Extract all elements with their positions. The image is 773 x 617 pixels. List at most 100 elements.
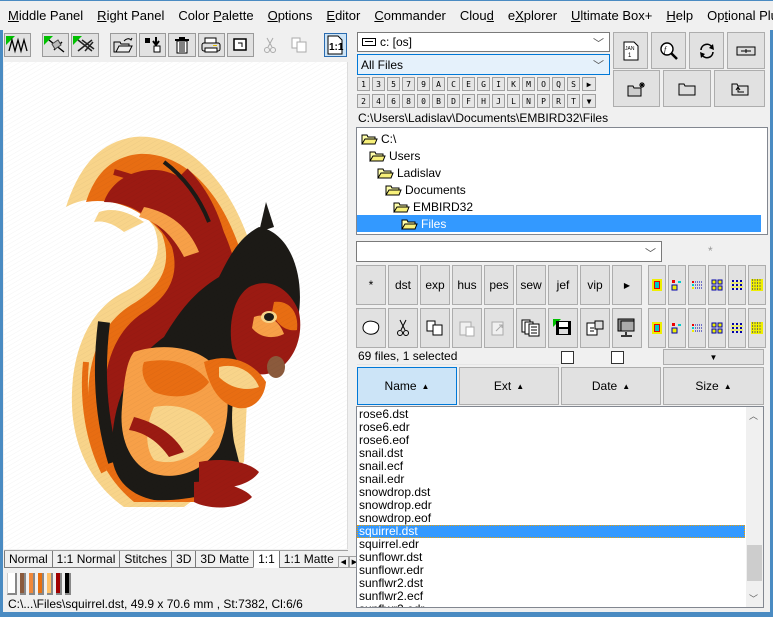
tab-3d[interactable]: 3D bbox=[171, 551, 196, 568]
convert-button[interactable] bbox=[138, 33, 167, 57]
ext-more-button[interactable]: ▶ bbox=[612, 265, 642, 305]
tree-folder-item[interactable]: Documents bbox=[357, 181, 767, 198]
tab-scroll-left-button[interactable]: ◀ bbox=[337, 556, 349, 568]
date-button[interactable]: JAN 1 bbox=[613, 32, 648, 69]
paste-file-button[interactable] bbox=[452, 308, 482, 348]
jump-letter-button[interactable]: R bbox=[552, 94, 565, 108]
jump-letter-button[interactable]: 5 bbox=[387, 77, 400, 91]
jump-letter-button[interactable]: 1 bbox=[357, 77, 370, 91]
tree-folder-item[interactable]: EMBIRD32 bbox=[357, 198, 767, 215]
tree-folder-item[interactable]: Ladislav bbox=[357, 164, 767, 181]
ext-jef-button[interactable]: jef bbox=[548, 265, 578, 305]
filename-filter-input[interactable]: ﹀ bbox=[356, 241, 662, 262]
multi-copy-button[interactable] bbox=[516, 308, 546, 348]
palette-color-swatch[interactable] bbox=[29, 573, 35, 595]
menu-ultimate-box[interactable]: Ultimate Box+ bbox=[571, 8, 652, 23]
menu-explorer[interactable]: eXplorer bbox=[508, 8, 557, 23]
jump-letter-button[interactable]: S bbox=[567, 77, 580, 91]
jump-letter-button[interactable]: 3 bbox=[372, 77, 385, 91]
file-list-item[interactable]: rose6.edr bbox=[357, 421, 745, 434]
view-layout-2-button-2[interactable] bbox=[668, 308, 686, 348]
tab-1to1-matte[interactable]: 1:1 Matte bbox=[278, 551, 338, 568]
jump-letter-button[interactable]: P bbox=[537, 94, 550, 108]
view-1x1-button[interactable] bbox=[648, 265, 666, 305]
tab-1to1-normal[interactable]: 1:1 Normal bbox=[51, 551, 120, 568]
monitor-preview-button[interactable] bbox=[612, 308, 642, 348]
jump-letter-button[interactable]: 9 bbox=[417, 77, 430, 91]
cut-file-button[interactable] bbox=[388, 308, 418, 348]
file-filter-select[interactable]: All Files ﹀ bbox=[357, 54, 610, 75]
view-grid-9-button[interactable] bbox=[728, 265, 746, 305]
jump-letter-button[interactable]: H bbox=[477, 94, 490, 108]
parent-folder-button[interactable] bbox=[714, 70, 765, 107]
jump-letter-button[interactable]: E bbox=[462, 77, 475, 91]
file-list-item[interactable]: sunflwr2.edr bbox=[357, 603, 745, 608]
file-list-item[interactable]: rose6.eof bbox=[357, 434, 745, 447]
delete-button[interactable] bbox=[168, 33, 196, 57]
print-button[interactable] bbox=[197, 33, 225, 57]
jump-letter-button[interactable]: F bbox=[462, 94, 475, 108]
jump-letter-button[interactable]: D bbox=[447, 94, 460, 108]
file-list-scrollbar[interactable]: ︿ ﹀ bbox=[746, 407, 763, 607]
tree-folder-item[interactable]: Users bbox=[357, 147, 767, 164]
stitch-edit-button[interactable] bbox=[42, 33, 70, 57]
jump-letter-button[interactable]: 4 bbox=[372, 94, 385, 108]
select-area-button[interactable] bbox=[356, 308, 386, 348]
find-button[interactable]: f bbox=[651, 32, 686, 69]
convert-file-button[interactable] bbox=[580, 308, 610, 348]
view-layout-2-button[interactable] bbox=[668, 265, 686, 305]
save-as-button[interactable] bbox=[548, 308, 578, 348]
jump-letter-button[interactable]: L bbox=[507, 94, 520, 108]
menu-commander[interactable]: Commander bbox=[374, 8, 446, 23]
view-grid-9-button-2[interactable] bbox=[728, 308, 746, 348]
stitch-zigzag-button[interactable] bbox=[4, 33, 32, 57]
view-grid-4-button-2[interactable] bbox=[708, 308, 726, 348]
jump-letter-button[interactable]: M bbox=[522, 77, 535, 91]
zoom-1to1-button[interactable]: 1:1 bbox=[323, 33, 348, 57]
jump-letter-button[interactable]: J bbox=[492, 94, 505, 108]
file-list-item[interactable]: snail.dst bbox=[357, 447, 745, 460]
folder-button[interactable] bbox=[663, 70, 711, 107]
menu-help[interactable]: Help bbox=[666, 8, 693, 23]
copy-file-button[interactable] bbox=[420, 308, 450, 348]
stitch-cross-button[interactable] bbox=[71, 33, 99, 57]
palette-color-swatch[interactable] bbox=[65, 573, 71, 595]
menu-options[interactable]: Options bbox=[268, 8, 313, 23]
menu-optional-plugins[interactable]: Optional Plug-ins bbox=[707, 8, 773, 23]
ext-all-button[interactable]: * bbox=[356, 265, 386, 305]
jump-letter-button[interactable]: B bbox=[432, 94, 445, 108]
tab-3d-matte[interactable]: 3D Matte bbox=[195, 551, 254, 568]
jump-letter-button[interactable]: K bbox=[507, 77, 520, 91]
ext-hus-button[interactable]: hus bbox=[452, 265, 482, 305]
sort-by-size-button[interactable]: Size ▲ bbox=[663, 367, 764, 405]
tab-normal[interactable]: Normal bbox=[4, 551, 52, 568]
tree-folder-item[interactable]: C:\ bbox=[357, 130, 767, 147]
palette-color-swatch[interactable] bbox=[47, 573, 53, 595]
sort-by-date-button[interactable]: Date ▲ bbox=[561, 367, 661, 405]
jump-letter-button[interactable]: N bbox=[522, 94, 535, 108]
palette-color-swatch[interactable] bbox=[20, 573, 26, 595]
tab-stitches[interactable]: Stitches bbox=[119, 551, 172, 568]
view-layout-3-button-2[interactable] bbox=[688, 308, 706, 348]
scroll-up-icon[interactable]: ︿ bbox=[749, 409, 758, 422]
cut-button[interactable] bbox=[256, 33, 283, 57]
jump-letter-button[interactable]: A bbox=[432, 77, 445, 91]
ext-sew-button[interactable]: sew bbox=[516, 265, 546, 305]
menu-middle-panel[interactable]: Middle Panel bbox=[8, 8, 83, 23]
jump-letter-button[interactable]: C bbox=[447, 77, 460, 91]
jump-letter-button[interactable]: 2 bbox=[357, 94, 370, 108]
file-list-item[interactable]: snail.ecf bbox=[357, 460, 745, 473]
jump-letter-button[interactable]: G bbox=[477, 77, 490, 91]
options-dropdown-button[interactable]: ▼ bbox=[663, 349, 764, 365]
jump-letter-button[interactable]: T bbox=[567, 94, 580, 108]
frame-button[interactable] bbox=[226, 33, 255, 57]
tree-folder-item[interactable]: Files bbox=[357, 215, 761, 232]
menu-right-panel[interactable]: Right Panel bbox=[97, 8, 164, 23]
paste-shortcut-button[interactable] bbox=[484, 308, 514, 348]
design-preview-canvas[interactable] bbox=[4, 62, 348, 549]
palette-color-swatch[interactable] bbox=[38, 573, 44, 595]
jump-letter-button[interactable]: ▶ bbox=[582, 77, 596, 91]
scrollbar-thumb[interactable] bbox=[747, 545, 762, 581]
palette-color-swatch[interactable] bbox=[56, 573, 62, 595]
jump-letter-button[interactable]: I bbox=[492, 77, 505, 91]
